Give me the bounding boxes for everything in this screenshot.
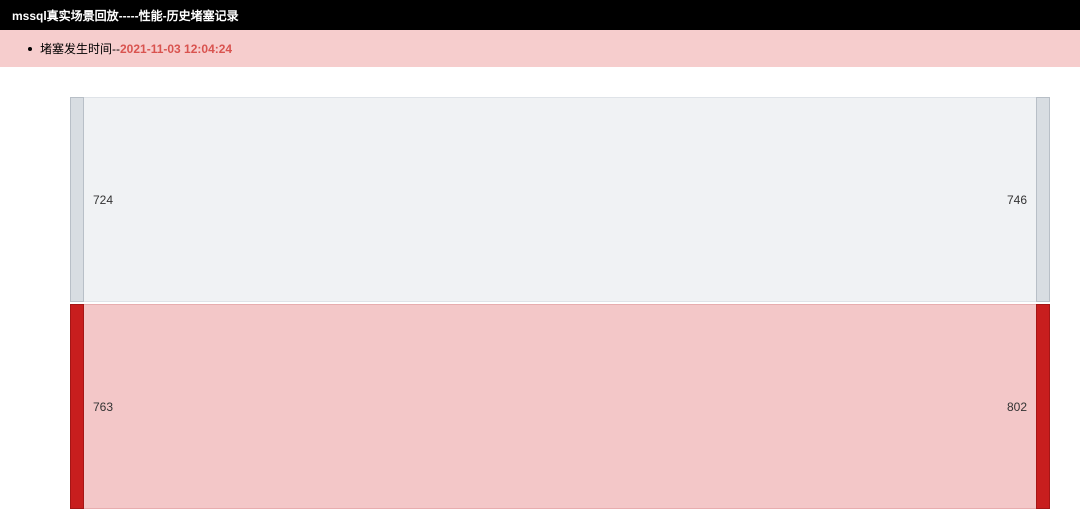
block-row-2: 763 802 xyxy=(70,304,1050,509)
block-row1-right-bar[interactable]: 746 xyxy=(1036,97,1050,302)
block-row2-right-value: 802 xyxy=(1007,400,1027,414)
window-title-bar: mssql真实场景回放-----性能-历史堵塞记录 xyxy=(0,0,1080,30)
block-row1-left-bar[interactable]: 724 xyxy=(70,97,84,302)
block-row2-center[interactable] xyxy=(84,304,1036,509)
block-row2-left-value: 763 xyxy=(93,400,113,414)
block-row-1: 724 746 xyxy=(70,97,1050,302)
alert-bar[interactable]: 堵塞发生时间-- 2021-11-03 12:04:24 xyxy=(0,30,1080,67)
block-row2-right-bar[interactable]: 802 xyxy=(1036,304,1050,509)
block-row1-left-value: 724 xyxy=(93,193,113,207)
block-row2-left-bar[interactable]: 763 xyxy=(70,304,84,509)
alert-label: 堵塞发生时间-- xyxy=(40,40,120,57)
window-title: mssql真实场景回放-----性能-历史堵塞记录 xyxy=(12,7,239,24)
alert-time: 2021-11-03 12:04:24 xyxy=(120,42,232,56)
block-row1-right-value: 746 xyxy=(1007,193,1027,207)
block-diagram: 724 746 763 802 xyxy=(0,67,1080,509)
bullet-icon xyxy=(28,47,32,51)
block-row1-center[interactable] xyxy=(84,97,1036,302)
